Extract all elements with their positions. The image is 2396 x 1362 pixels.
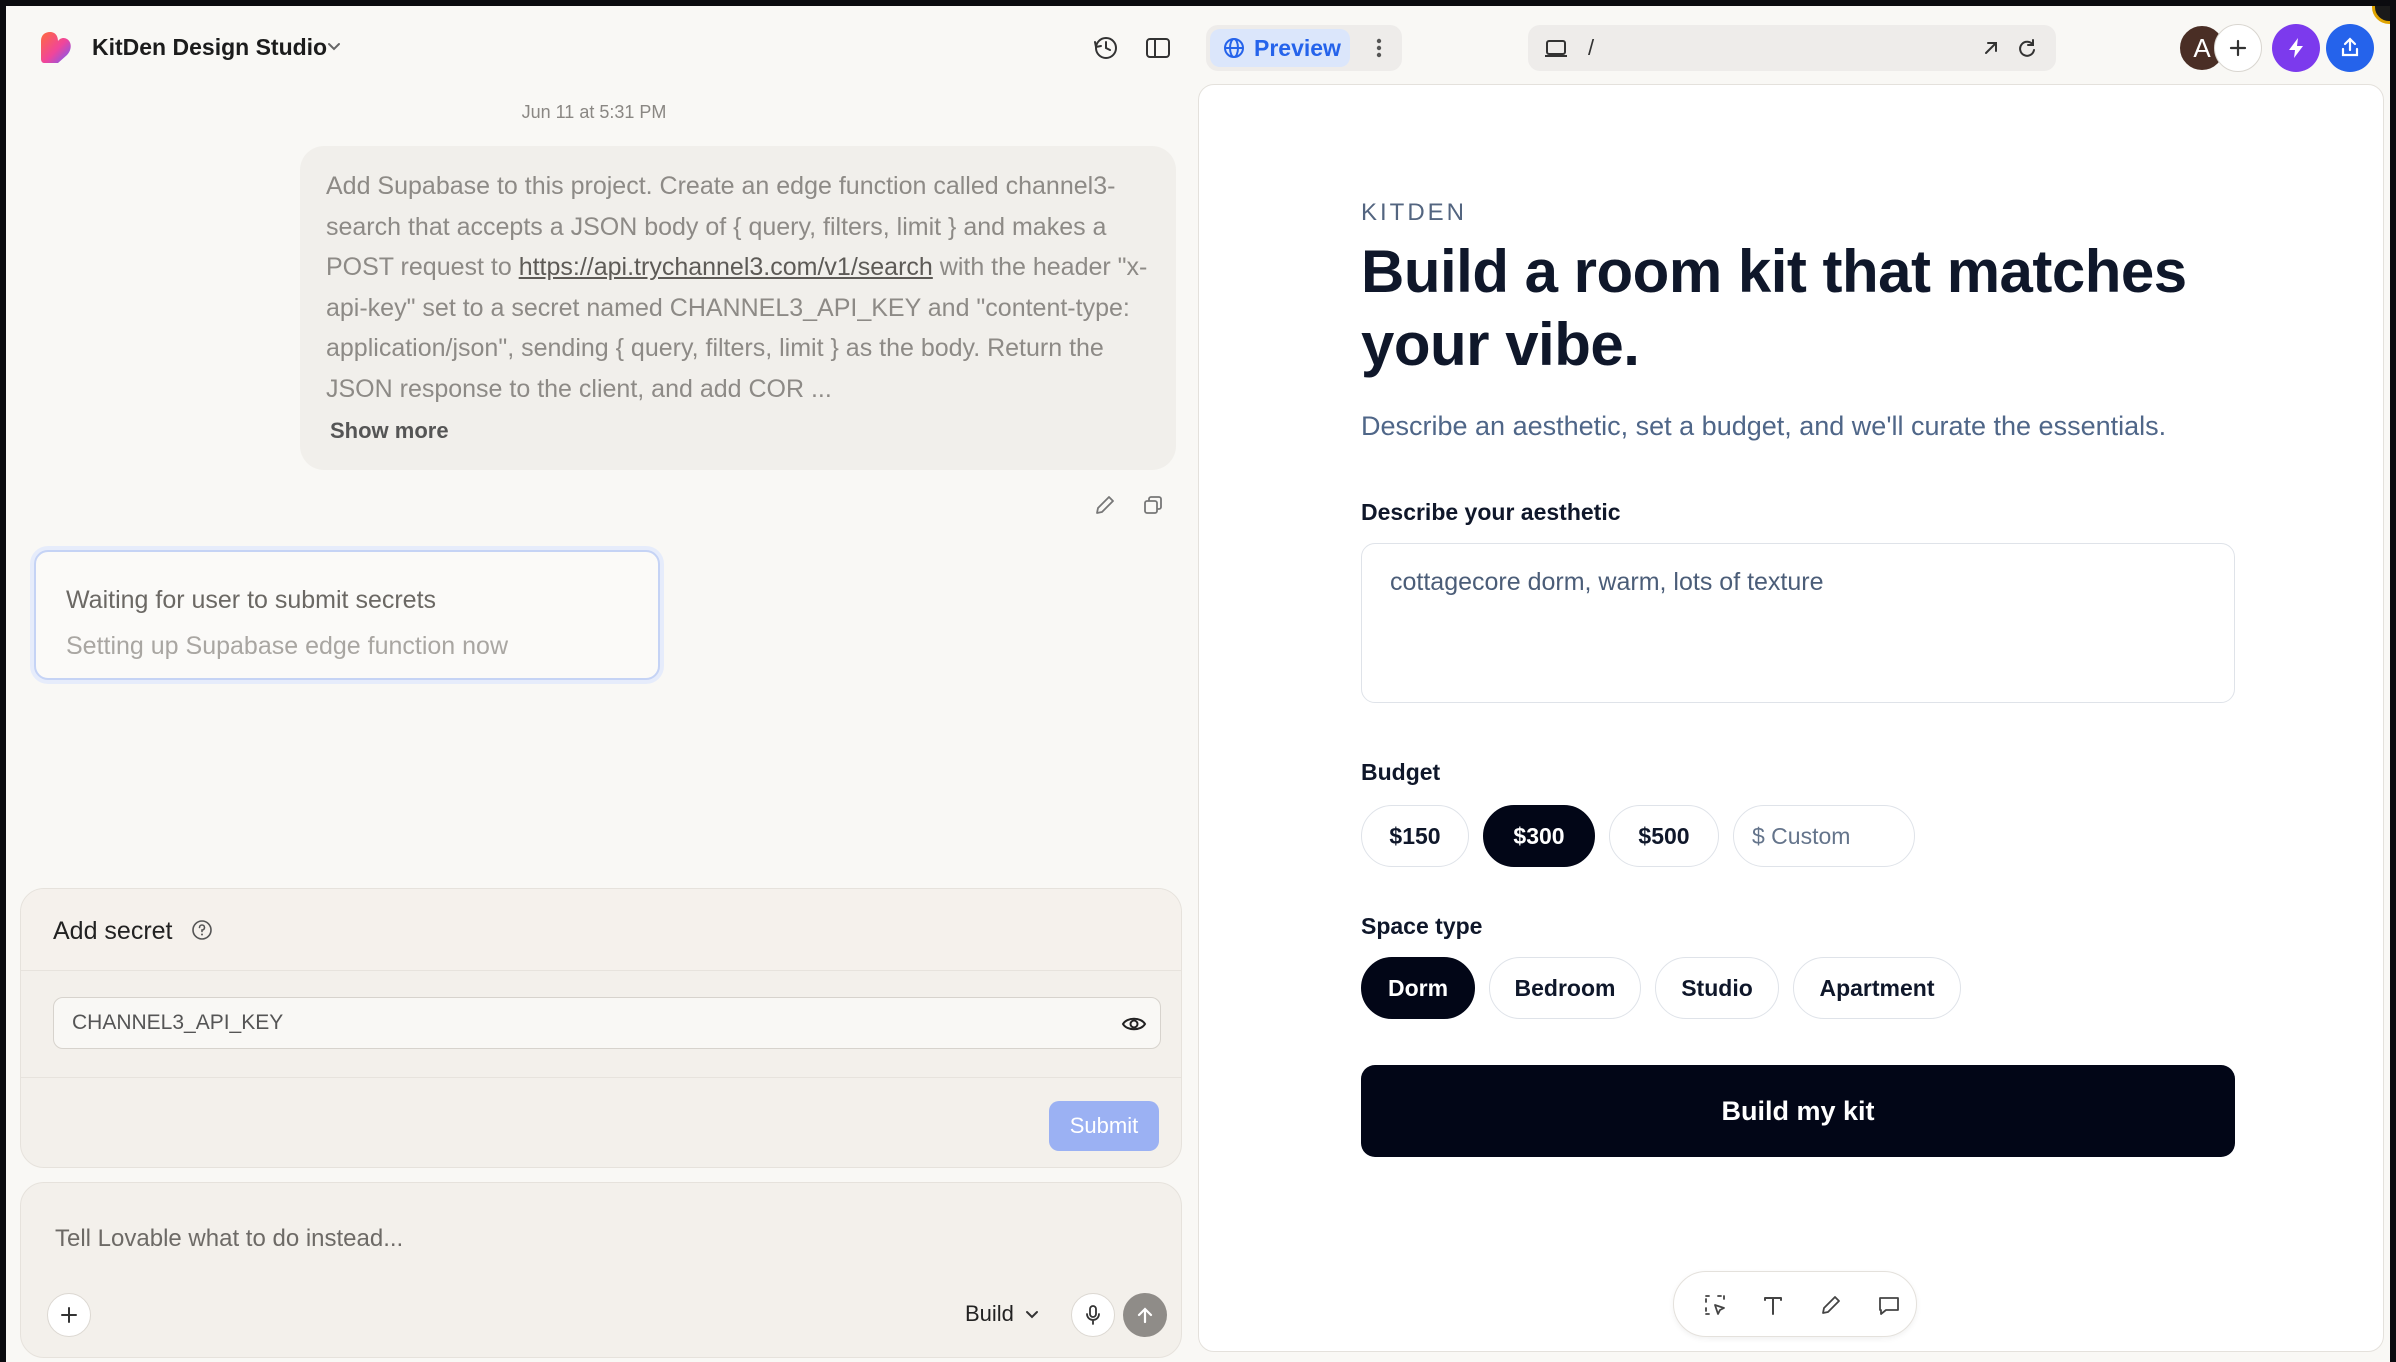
- budget-custom-input[interactable]: $ Custom: [1733, 805, 1915, 867]
- copy-icon[interactable]: [1140, 492, 1166, 518]
- system-indicator: [2372, 6, 2390, 24]
- aesthetic-value: cottagecore dorm, warm, lots of texture: [1390, 568, 1824, 596]
- view-switcher: Preview: [1206, 25, 1402, 71]
- message-timestamp: Jun 11 at 5:31 PM: [521, 102, 667, 122]
- submit-button[interactable]: Submit: [1049, 1101, 1159, 1151]
- sidebar-toggle-icon[interactable]: [1144, 34, 1172, 62]
- budget-label: Budget: [1361, 759, 1441, 785]
- send-icon: [1137, 1307, 1153, 1324]
- status-title: Waiting for user to submit secrets: [66, 586, 437, 614]
- plus-icon: [2229, 39, 2247, 57]
- add-secret-card: Add secret CHANNEL3_API_KEY Submit: [20, 888, 1182, 1168]
- budget-option-150[interactable]: $150: [1361, 805, 1469, 867]
- divider: [21, 1077, 1181, 1078]
- select-element-icon[interactable]: [1702, 1292, 1728, 1318]
- plus-icon: [61, 1307, 77, 1323]
- mic-icon: [1086, 1305, 1100, 1325]
- secret-key-field[interactable]: CHANNEL3_API_KEY: [53, 997, 1161, 1049]
- add-secret-title: Add secret: [53, 917, 173, 945]
- space-option-dorm[interactable]: Dorm: [1361, 957, 1475, 1019]
- more-vertical-icon[interactable]: [1366, 35, 1392, 61]
- add-secret-header: Add secret: [21, 889, 1181, 971]
- aesthetic-input[interactable]: cottagecore dorm, warm, lots of texture: [1361, 543, 2235, 703]
- help-icon[interactable]: [191, 919, 213, 941]
- status-card: Waiting for user to submit secrets Setti…: [34, 550, 660, 680]
- lovable-logo-icon[interactable]: [40, 30, 74, 64]
- edit-icon[interactable]: [1092, 492, 1118, 518]
- page-subtitle: Describe an aesthetic, set a budget, and…: [1361, 411, 2167, 441]
- voice-button[interactable]: [1071, 1293, 1115, 1337]
- mode-label: Build: [965, 1301, 1014, 1326]
- history-icon[interactable]: [1092, 34, 1120, 62]
- open-external-icon[interactable]: [1980, 37, 2002, 59]
- chevron-down-icon: [1025, 1311, 1038, 1319]
- mode-select[interactable]: Build: [965, 1301, 1040, 1327]
- user-message: Add Supabase to this project. Create an …: [300, 146, 1176, 470]
- refresh-icon[interactable]: [2016, 37, 2038, 59]
- budget-option-500[interactable]: $500: [1609, 805, 1719, 867]
- space-option-apartment[interactable]: Apartment: [1793, 957, 1961, 1019]
- headline-line: your vibe.: [1361, 311, 1640, 378]
- space-type-label: Space type: [1361, 913, 1483, 939]
- device-icon[interactable]: [1544, 37, 1568, 59]
- show-more-button[interactable]: Show more: [330, 418, 449, 444]
- preview-url-bar[interactable]: /: [1528, 25, 2056, 71]
- budget-option-300[interactable]: $300: [1483, 805, 1595, 867]
- text-icon[interactable]: [1760, 1292, 1786, 1318]
- build-kit-button[interactable]: Build my kit: [1361, 1065, 2235, 1157]
- preview-label: Preview: [1254, 34, 1341, 61]
- avatar-initial: A: [2193, 32, 2211, 63]
- message-link[interactable]: https://api.trychannel3.com/v1/search: [519, 253, 933, 281]
- page-title: Build a room kit that matches your vibe.: [1361, 235, 2261, 381]
- status-subtitle: Setting up Supabase edge function now: [66, 632, 509, 660]
- secret-key-value: CHANNEL3_API_KEY: [72, 1011, 284, 1034]
- share-icon: [2341, 37, 2359, 57]
- send-button[interactable]: [1123, 1293, 1167, 1337]
- preview-frame: KITDEN Build a room kit that matches you…: [1198, 84, 2384, 1352]
- space-option-bedroom[interactable]: Bedroom: [1489, 957, 1641, 1019]
- globe-icon: [1224, 38, 1244, 58]
- brand-label: KITDEN: [1361, 199, 1468, 226]
- chevron-down-icon[interactable]: [324, 36, 344, 56]
- pencil-icon[interactable]: [1818, 1292, 1844, 1318]
- project-name[interactable]: KitDen Design Studio: [92, 34, 327, 61]
- attach-button[interactable]: [47, 1293, 91, 1337]
- composer-input[interactable]: Tell Lovable what to do instead...: [55, 1225, 403, 1253]
- bolt-icon: [2289, 38, 2303, 58]
- app-window: KitDen Design Studio Preview / A Jun 11 …: [6, 6, 2390, 1362]
- eye-icon[interactable]: [1120, 1010, 1148, 1038]
- message-text: Add Supabase to this project. Create an …: [326, 166, 1150, 409]
- share-button[interactable]: [2326, 24, 2374, 72]
- chat-composer[interactable]: Tell Lovable what to do instead... Build: [20, 1182, 1182, 1358]
- upgrade-button[interactable]: [2272, 24, 2320, 72]
- edit-toolbar: [1673, 1271, 1917, 1337]
- invite-button[interactable]: [2214, 24, 2262, 72]
- top-bar: KitDen Design Studio Preview / A: [6, 6, 2390, 88]
- space-option-studio[interactable]: Studio: [1655, 957, 1779, 1019]
- comment-icon[interactable]: [1876, 1292, 1902, 1318]
- headline-line: Build a room kit that matches: [1361, 238, 2187, 305]
- preview-button[interactable]: Preview: [1210, 29, 1350, 67]
- aesthetic-label: Describe your aesthetic: [1361, 499, 1621, 525]
- url-path[interactable]: /: [1588, 35, 1594, 61]
